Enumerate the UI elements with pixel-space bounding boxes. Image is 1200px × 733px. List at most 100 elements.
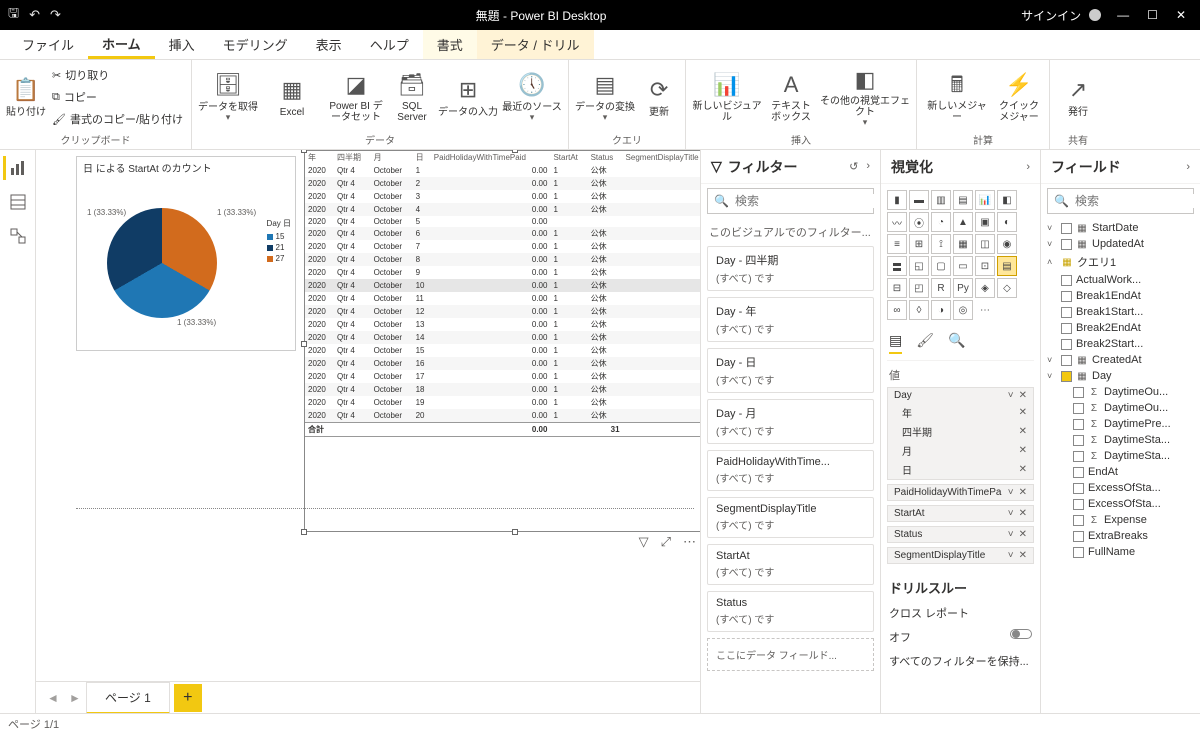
field-checkbox[interactable] [1061,275,1072,286]
field-checkbox[interactable] [1073,483,1084,494]
more-icon[interactable]: ⋯ [683,534,696,550]
table-row[interactable]: 2020Qtr 4October70.001公休 [305,240,700,253]
textbox-button[interactable]: Aテキスト ボックス [766,62,816,132]
chevron-down-icon[interactable]: ˅ [1008,487,1014,498]
visual-type-icon[interactable]: ◇ [997,278,1017,298]
well-subfield[interactable]: 月✕ [888,441,1033,460]
remove-icon[interactable]: ✕ [1019,426,1027,437]
visual-type-icon[interactable]: ⊡ [975,256,995,276]
field-item[interactable]: FullName [1047,544,1194,560]
resize-handle[interactable] [301,150,307,153]
table-row[interactable]: 2020Qtr 4October20.001公休 [305,177,700,190]
field-table[interactable]: ˅▦UpdatedAt [1047,236,1194,252]
visual-type-icon[interactable]: Py [953,278,973,298]
focus-icon[interactable]: ⤢ [661,534,671,550]
filters-search[interactable]: 🔍 [707,188,874,214]
visual-type-icon[interactable]: R [931,278,951,298]
field-checkbox[interactable] [1073,451,1084,462]
copy-button[interactable]: ⧉コピー [50,87,185,107]
filter-card[interactable]: Day - 年(すべて) です [707,297,874,342]
visual-type-icon[interactable]: ⟟ [931,234,951,254]
format-painter-button[interactable]: 🖌書式のコピー/貼り付け [50,109,185,129]
quick-measure-button[interactable]: ⚡クイック メジャー [995,62,1043,132]
new-measure-button[interactable]: 🖩新しいメジャー [923,62,991,132]
transform-data-button[interactable]: ▤データの変換▾ [575,62,635,132]
field-item[interactable]: Break2Start... [1047,336,1194,352]
tab-home[interactable]: ホーム [88,30,155,59]
visual-type-icon[interactable]: ▤ [953,190,973,210]
table-row[interactable]: 2020Qtr 4October130.001公休 [305,318,700,331]
resize-handle[interactable] [301,529,307,535]
page-tab[interactable]: ページ 1 [86,682,170,714]
visual-type-icon[interactable]: ◫ [975,234,995,254]
fields-search[interactable]: 🔍 [1047,188,1194,214]
filter-card[interactable]: Status(すべて) です [707,591,874,632]
visual-type-icon[interactable]: ▬ [909,190,929,210]
visual-type-icon[interactable]: 〓 [887,256,907,276]
excel-button[interactable]: ▦Excel [262,62,322,132]
tab-insert[interactable]: 挿入 [155,30,209,59]
chevron-down-icon[interactable]: ˅ [1008,508,1014,519]
filter-drop-zone[interactable]: ここにデータ フィールド... [707,638,874,671]
report-view-icon[interactable] [6,156,30,180]
page-next-icon[interactable]: ► [64,691,86,705]
visual-type-icon[interactable]: ⊞ [909,234,929,254]
table-row[interactable]: 2020Qtr 4October40.001公休 [305,203,700,216]
filter-icon[interactable]: ▽ [639,534,649,550]
resize-handle[interactable] [512,150,518,153]
get-data-button[interactable]: 🗄データを取得▾ [198,62,258,132]
enter-data-button[interactable]: ⊞データの入力 [438,62,498,132]
visual-type-icon[interactable]: ▲ [953,212,973,232]
close-icon[interactable]: ✕ [1176,8,1186,22]
signin-button[interactable]: サインイン [1021,7,1101,24]
remove-icon[interactable]: ✕ [1019,407,1027,418]
visual-type-icon[interactable]: ◧ [997,190,1017,210]
visual-type-icon[interactable]: ◰ [909,278,929,298]
remove-icon[interactable]: ✕ [1019,445,1027,456]
table-row[interactable]: 2020Qtr 4October160.001公休 [305,357,700,370]
field-item[interactable]: ΣDaytimeSta... [1047,432,1194,448]
field-item[interactable]: ExcessOfSta... [1047,496,1194,512]
cross-report-toggle[interactable]: オフ [887,625,1034,649]
table-row[interactable]: 2020Qtr 4October140.001公休 [305,331,700,344]
remove-icon[interactable]: ✕ [1019,464,1027,475]
well-subfield[interactable]: 日✕ [888,460,1033,479]
refresh-button[interactable]: ⟳更新 [639,62,679,132]
tab-modeling[interactable]: モデリング [209,30,302,59]
field-item[interactable]: ΣExpense [1047,512,1194,528]
field-checkbox[interactable] [1073,531,1084,542]
remove-icon[interactable]: ✕ [1019,550,1027,561]
filters-search-input[interactable] [735,194,880,208]
visual-type-icon[interactable]: ◈ [975,278,995,298]
save-icon[interactable]: 🖫 [8,4,19,26]
data-view-icon[interactable] [6,190,30,214]
chevron-down-icon[interactable]: ˅ [1008,550,1014,561]
visual-type-icon[interactable]: ◊ [909,300,929,320]
field-item[interactable]: Break2EndAt [1047,320,1194,336]
table-row[interactable]: 2020Qtr 4October30.001公休 [305,190,700,203]
visual-type-icon[interactable]: 📊 [975,190,995,210]
field-checkbox[interactable] [1061,291,1072,302]
field-table[interactable]: ˄▦クエリ1 [1047,252,1194,272]
filter-card[interactable]: Day - 四半期(すべて) です [707,246,874,291]
collapse-icon[interactable]: › [1186,161,1190,173]
table-row[interactable]: 2020Qtr 4October100.001公休 [305,279,700,292]
field-item[interactable]: ΣDaytimePre... [1047,416,1194,432]
table-row[interactable]: 2020Qtr 4October50.00 [305,216,700,227]
field-well[interactable]: SegmentDisplayTitle˅✕ [887,547,1034,564]
resize-handle[interactable] [301,341,307,347]
tab-help[interactable]: ヘルプ [356,30,423,59]
visual-type-icon[interactable]: ▥ [931,190,951,210]
field-well[interactable]: StartAt˅✕ [887,505,1034,522]
reset-icon[interactable]: ↺ [849,160,858,173]
visual-type-icon[interactable]: ◎ [953,300,973,320]
field-item[interactable]: EndAt [1047,464,1194,480]
analytics-tab-icon[interactable]: 🔍 [948,332,965,354]
field-checkbox[interactable] [1073,515,1084,526]
filter-card[interactable]: StartAt(すべて) です [707,544,874,585]
filter-card[interactable]: SegmentDisplayTitle(すべて) です [707,497,874,538]
remove-icon[interactable]: ✕ [1019,390,1027,401]
table-row[interactable]: 2020Qtr 4October10.001公休 [305,164,700,177]
filter-card[interactable]: Day - 月(すべて) です [707,399,874,444]
remove-icon[interactable]: ✕ [1019,508,1027,519]
